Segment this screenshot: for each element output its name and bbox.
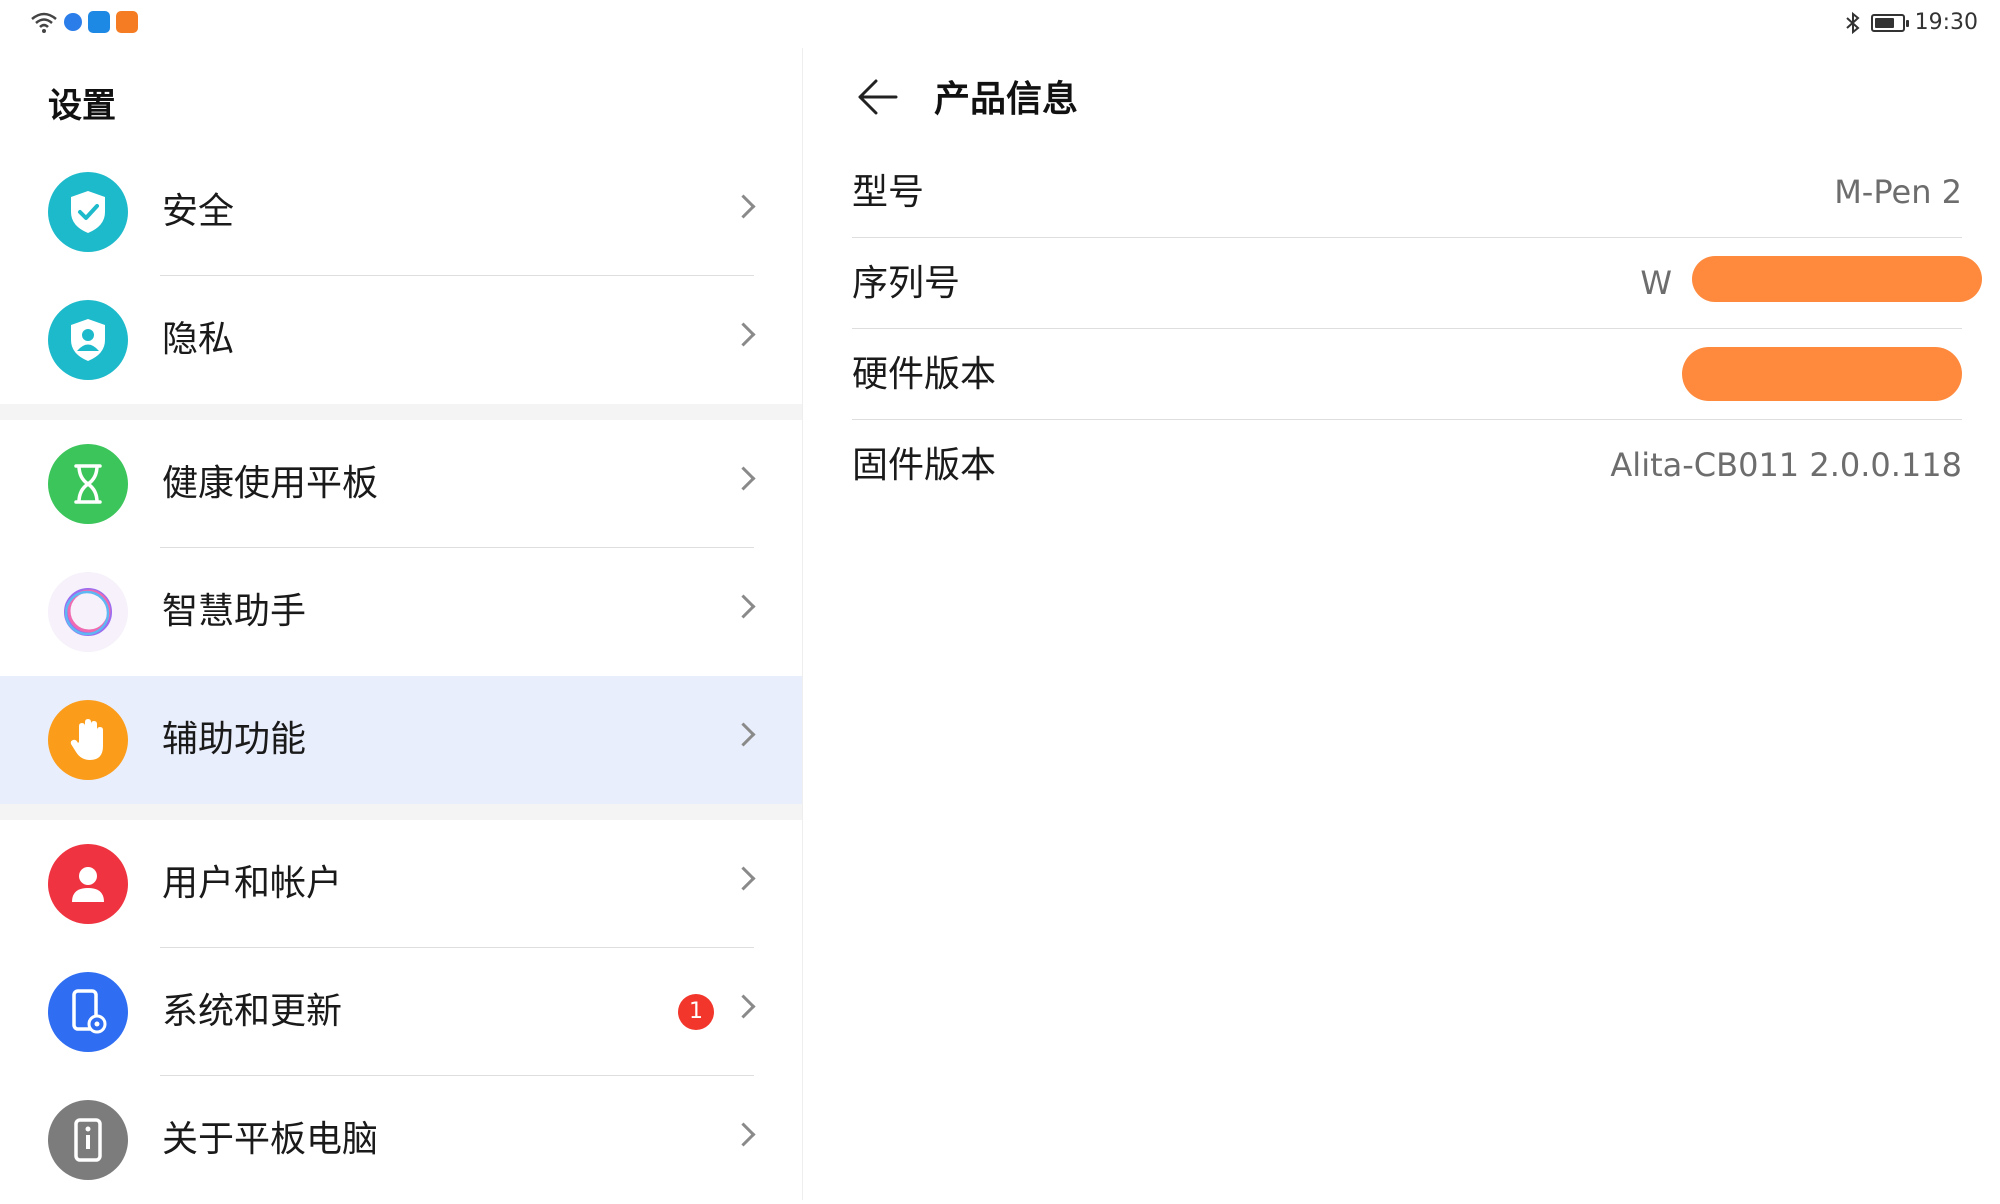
redaction-mark [1682,347,1962,401]
hand-icon [48,700,128,780]
info-row-value: W [1640,264,1672,302]
status-bar: 19:30 [0,0,2000,48]
settings-item-privacy[interactable]: 隐私 [0,276,802,404]
info-row-label: 型号 [852,172,925,213]
settings-item-users-accounts[interactable]: 用户和帐户 [0,820,802,948]
settings-item-label: 安全 [162,191,235,232]
info-row-value: M-Pen 2 [1834,173,1962,211]
phone-gear-icon [48,972,128,1052]
status-bar-notifications [30,10,138,34]
page-title: 产品信息 [934,79,1079,120]
chevron-right-icon [731,1122,756,1147]
settings-item-system-update[interactable]: 系统和更新 1 [0,948,802,1076]
settings-item-smart-assistant[interactable]: 智慧助手 [0,548,802,676]
chevron-right-icon [731,994,756,1019]
settings-item-label: 用户和帐户 [162,863,343,904]
settings-item-label: 关于平板电脑 [162,1119,379,1160]
settings-item-label: 健康使用平板 [162,463,379,504]
info-row-value: Alita-CB011 2.0.0.118 [1610,446,1962,484]
tablet-info-icon [48,1100,128,1180]
group-separator [0,404,802,420]
pane-divider [802,48,803,1200]
privacy-shield-icon [48,300,128,380]
settings-item-label: 智慧助手 [162,591,307,632]
battery-icon [1870,13,1909,32]
info-row-firmware-version: 固件版本 Alita-CB011 2.0.0.118 [852,420,1962,511]
books-app-icon [88,11,110,33]
settings-title: 设置 [48,86,116,126]
chevron-right-icon [731,722,756,747]
chevron-right-icon [731,594,756,619]
info-row-serial-number[interactable]: 序列号 W [852,238,1982,329]
status-time: 19:30 [1914,10,1978,35]
status-bar-system: 19:30 [1845,10,1978,35]
settings-item-security[interactable]: 安全 [0,148,802,276]
settings-item-label: 系统和更新 [162,991,343,1032]
assistant-ring-icon [48,572,128,652]
redaction-mark [1692,256,1982,302]
settings-item-label: 辅助功能 [162,719,307,760]
user-icon [48,844,128,924]
settings-list-pane: 设置 安全 隐私 健康使用平板 智慧助手 辅助功能 用户和帐户 系统和更新 1 … [0,48,802,1200]
group-separator [0,804,802,820]
bluetooth-icon [1845,11,1860,34]
chevron-right-icon [731,322,756,347]
info-row-hardware-version: 硬件版本 [852,329,1962,420]
wifi-icon [31,12,57,33]
chevron-right-icon [731,466,756,491]
settings-item-about-tablet[interactable]: 关于平板电脑 [0,1076,802,1204]
settings-item-digital-balance[interactable]: 健康使用平板 [0,420,802,548]
settings-item-accessibility[interactable]: 辅助功能 [0,676,802,804]
settings-item-label: 隐私 [162,319,235,360]
battery-level [1874,17,1895,28]
chevron-right-icon [731,866,756,891]
back-arrow-icon[interactable] [852,72,902,122]
browser-app-icon [64,13,82,31]
info-row-model: 型号 M-Pen 2 [852,147,1962,238]
update-count-badge: 1 [678,994,714,1030]
info-row-label: 序列号 [852,263,961,304]
info-row-label: 固件版本 [852,445,997,486]
chevron-right-icon [731,194,756,219]
video-app-icon [116,11,138,33]
hourglass-icon [48,444,128,524]
info-row-label: 硬件版本 [852,354,997,395]
shield-check-icon [48,172,128,252]
